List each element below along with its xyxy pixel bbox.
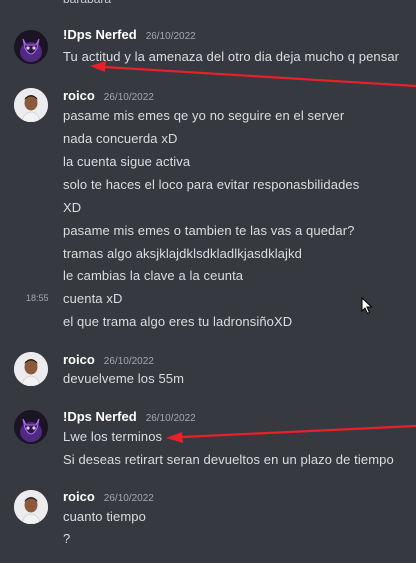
message-timestamp: 26/10/2022 — [145, 413, 196, 424]
message-text: devuelveme los 55m — [63, 371, 185, 386]
message-header: roico 26/10/2022 — [63, 488, 154, 506]
username[interactable]: roico — [63, 352, 95, 367]
partial-message-text: barabara — [63, 0, 111, 6]
message-text: cuenta xD — [63, 291, 123, 306]
man-avatar-icon[interactable] — [14, 352, 48, 386]
message-text: cuanto tiempo — [63, 509, 146, 524]
message-timestamp: 26/10/2022 — [103, 92, 154, 103]
message-header: !Dps Nerfed 26/10/2022 — [63, 26, 196, 44]
message-text: Tu actitud y la amenaza del otro dia dej… — [63, 49, 400, 64]
message-timestamp: 26/10/2022 — [145, 31, 196, 42]
message-text: tramas algo aksjklajdklsdkladlkjasdklajk… — [63, 246, 302, 261]
username[interactable]: roico — [63, 489, 95, 504]
annotation-arrow — [103, 65, 416, 88]
username[interactable]: !Dps Nerfed — [63, 409, 137, 424]
message-text: le cambias la clave a la ceunta — [63, 268, 244, 283]
man-avatar-icon[interactable] — [14, 490, 48, 524]
annotation-arrow — [181, 424, 416, 439]
message-text: ? — [63, 531, 71, 546]
username[interactable]: !Dps Nerfed — [63, 27, 137, 42]
message-timestamp: 26/10/2022 — [103, 493, 154, 504]
mouse-cursor-icon — [361, 297, 373, 315]
demon-avatar-icon[interactable] — [14, 410, 48, 444]
message-header: roico 26/10/2022 — [63, 87, 154, 105]
message-timestamp: 26/10/2022 — [103, 356, 154, 367]
message-text: pasame mis emes qe yo no seguire en el s… — [63, 108, 345, 123]
man-avatar-icon[interactable] — [14, 88, 48, 122]
hover-timestamp: 18:55 — [26, 293, 49, 303]
message-text: Si deseas retirart seran devueltos en un… — [63, 452, 394, 467]
arrowhead — [166, 432, 183, 443]
message-text: la cuenta sigue activa — [63, 154, 191, 169]
message-text: el que trama algo eres tu ladronsiñoXD — [63, 314, 293, 329]
message-header: !Dps Nerfed 26/10/2022 — [63, 408, 196, 426]
message-text: pasame mis emes o tambien te las vas a q… — [63, 223, 355, 238]
message-text: XD — [63, 200, 82, 215]
message-header: roico 26/10/2022 — [63, 351, 154, 369]
message-text: solo te haces el loco para evitar respon… — [63, 177, 360, 192]
demon-avatar-icon[interactable] — [14, 30, 48, 64]
message-text: Lwe los terminos — [63, 429, 163, 444]
username[interactable]: roico — [63, 88, 95, 103]
message-text: nada concuerda xD — [63, 131, 178, 146]
